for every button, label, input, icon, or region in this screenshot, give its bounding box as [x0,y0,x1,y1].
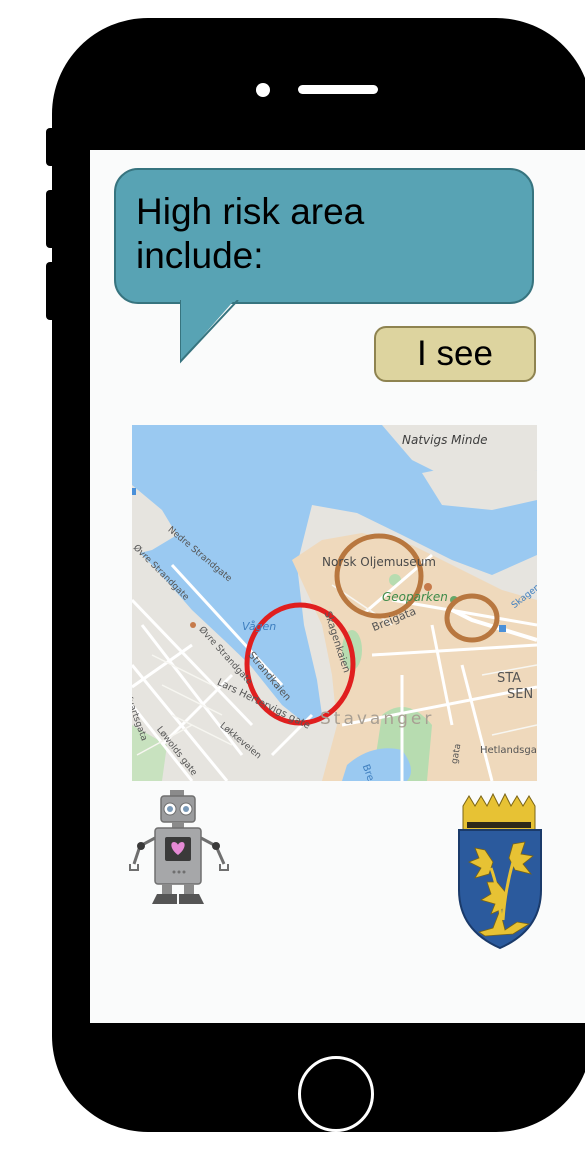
map-label-sta: STA [497,671,522,686]
map-label-vagen: Vågen [242,620,277,633]
map-label-natvigs-minde: Natvigs Minde [402,433,488,447]
robot-icon [129,790,229,904]
bot-message-text: High risk area include: [136,191,365,276]
bot-bubble-tail [180,300,239,364]
user-reply-text[interactable]: I see [374,326,536,382]
map-label-geoparken: Geoparken [382,590,448,604]
front-camera-icon [256,83,270,97]
home-button[interactable] [298,1056,374,1132]
stavanger-map[interactable]: Natvigs Minde Norsk Oljemuseum Geoparken… [132,425,537,781]
map-label-norsk-oljemuseum: Norsk Oljemuseum [322,555,436,569]
phone-screen: High risk area include: I see Natvigs Mi… [90,150,585,1023]
speaker-grille [298,85,378,94]
map-label-stavanger: Stavanger [320,709,435,729]
map-label-sen: SEN [507,687,534,702]
map-label-hetlandsgata: Hetlandsgata [480,745,537,756]
stavanger-coat-of-arms-icon [458,792,542,950]
